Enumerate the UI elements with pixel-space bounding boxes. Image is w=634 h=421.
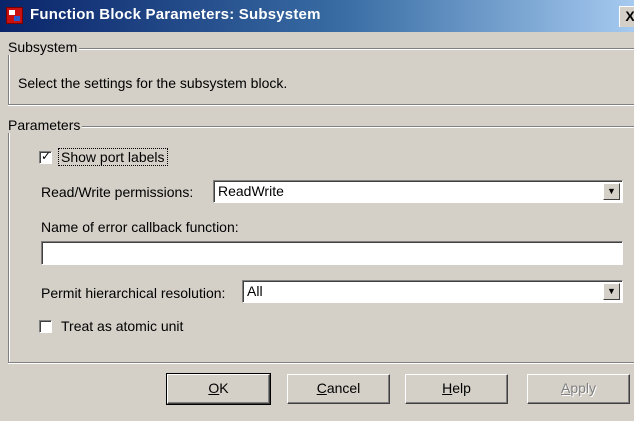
chevron-down-icon[interactable]: ▼ [603,283,620,300]
show-port-labels-checkbox[interactable]: ✓ [39,149,52,164]
error-callback-label: Name of error callback function: [41,219,239,235]
read-write-permissions-label: Read/Write permissions: [41,184,194,200]
apply-button[interactable]: Apply [527,374,630,404]
title-bar[interactable]: Function Block Parameters: Subsystem X [0,0,634,32]
close-button[interactable]: X [619,6,634,27]
subsystem-description: Select the settings for the subsystem bl… [18,75,288,91]
cancel-button[interactable]: Cancel [287,374,390,404]
cancel-mnemonic: C [316,380,327,396]
window-title: Function Block Parameters: Subsystem [30,6,321,23]
subsystem-group-legend: Subsystem [5,39,80,55]
parameters-group: Parameters ✓ Show port labels Read/Write… [5,117,634,363]
simulink-block-icon [6,7,23,24]
hierarchical-resolution-value: All [247,283,263,299]
checkmark-icon: ✓ [41,149,52,163]
read-write-permissions-value: ReadWrite [218,183,284,199]
chevron-down-icon[interactable]: ▼ [603,183,620,200]
read-write-permissions-select[interactable]: ReadWrite ▼ [213,180,623,203]
help-label: elp [452,380,471,396]
ok-label: K [219,380,229,396]
ok-button[interactable]: OK [166,373,271,405]
apply-mnemonic: A [560,380,571,396]
cancel-label: ancel [326,380,361,396]
help-mnemonic: H [442,380,453,396]
show-port-labels-label[interactable]: Show port labels [58,148,168,166]
hierarchical-resolution-label: Permit hierarchical resolution: [41,285,226,301]
parameters-group-legend: Parameters [5,117,83,133]
atomic-unit-checkbox[interactable] [39,320,52,333]
help-button[interactable]: Help [405,374,508,404]
hierarchical-resolution-select[interactable]: All ▼ [242,280,623,303]
atomic-unit-label[interactable]: Treat as atomic unit [61,318,183,334]
subsystem-group: Subsystem Select the settings for the su… [5,39,634,105]
error-callback-input[interactable] [41,241,623,265]
apply-label: pply [570,380,597,396]
ok-mnemonic: O [208,380,220,396]
